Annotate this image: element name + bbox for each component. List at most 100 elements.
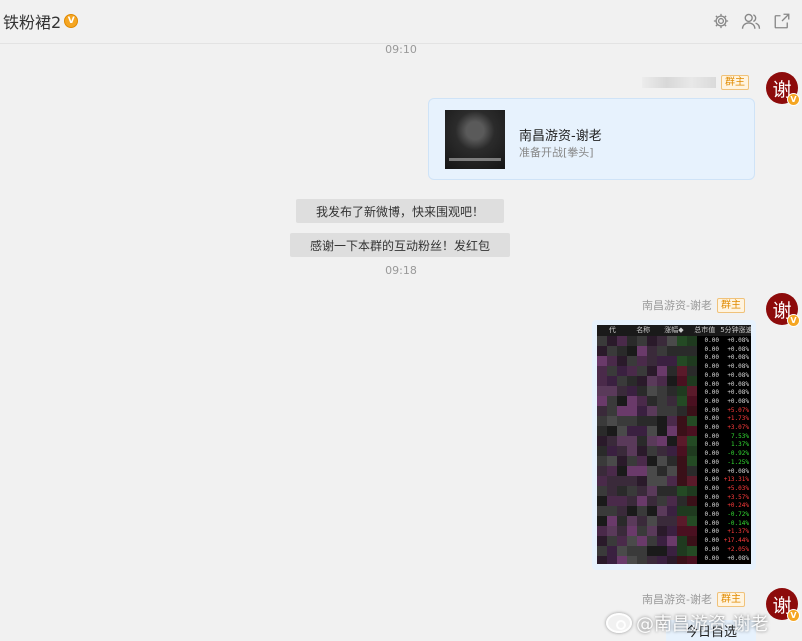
mosaic-cell [637,336,647,346]
stock-row: 0.00 +3.07% [697,423,751,432]
mosaic-cell [617,376,627,386]
open-external-icon[interactable] [772,11,792,31]
mosaic-cell [607,526,617,536]
mosaic-cell [627,526,637,536]
mosaic-cell [677,506,687,516]
mosaic-cell [657,446,667,456]
mosaic-cell [677,366,687,376]
stock-header-change: 涨幅◆ [664,326,684,334]
mosaic-cell [657,526,667,536]
mosaic-cell [687,486,697,496]
mosaic-cell [687,526,697,536]
mosaic-cell [597,426,607,436]
stock-speed-value: +0.08% [727,363,749,371]
stock-speed-value: +0.08% [727,337,749,344]
stock-speed-value: +1.73% [727,415,749,423]
stock-cap-value: 0.00 [704,397,719,405]
stock-row: 0.00 +0.08% [697,345,751,354]
stock-cap-value: 0.00 [704,354,719,362]
mosaic-cell [657,376,667,386]
mosaic-cell [677,546,687,556]
share-card-subtitle: 准备开战[拳头] [519,146,594,159]
gear-icon[interactable] [711,11,731,31]
mosaic-cell [607,446,617,456]
mosaic-cell [667,386,677,396]
group-members-icon[interactable] [741,11,761,31]
mosaic-cell [627,366,637,376]
stock-row: 0.00 +5.07% [697,406,751,415]
mosaic-cell [637,506,647,516]
sender-name: 南昌游资-谢老 [642,299,712,312]
mosaic-cell [637,426,647,436]
mosaic-cell [667,346,677,356]
mosaic-cell [667,516,677,526]
avatar[interactable]: 谢 V [766,588,800,622]
stock-row: 0.00 -0.72% [697,510,751,519]
mosaic-cell [647,556,657,564]
verified-icon: V [787,93,800,106]
watermark: @南昌游资-谢老 [606,610,769,636]
mosaic-cell [597,366,607,376]
mosaic-cell [597,546,607,556]
mosaic-cell [627,436,637,446]
mosaic-cell [657,346,667,356]
mosaic-cell [647,426,657,436]
mosaic-cell [627,466,637,476]
mosaic-cell [627,426,637,436]
mosaic-cell [677,406,687,416]
mosaic-cell [627,546,637,556]
mosaic-cell [687,516,697,526]
mosaic-cell [597,356,607,366]
mosaic-cell [617,476,627,486]
mosaic-cell [607,426,617,436]
stock-values: 0.00 +0.08% 0.00 +0.08% 0.00 +0.08% 0.00 +0.08%… [697,336,751,564]
mosaic-cell [617,456,627,466]
mosaic-cell [677,466,687,476]
mosaic-cell [677,436,687,446]
share-card[interactable]: 南昌游资-谢老 准备开战[拳头] [428,98,755,180]
stock-speed-value: +0.08% [727,371,749,379]
mosaic-cell [637,526,647,536]
stock-speed-value: +0.08% [727,467,749,475]
mosaic-cell [687,346,697,356]
mosaic-cell [647,376,657,386]
chat-header: 铁粉裙2 V [0,0,802,44]
stock-row: 0.00 +0.08% [697,336,751,345]
mosaic-cell [607,516,617,526]
pixelated-change-column [677,336,697,564]
stock-header-cap: 总市值 [694,326,716,334]
stock-speed-value: -1.25% [727,458,749,466]
share-card-thumbnail [445,110,505,169]
stock-row: 0.00 7.53% [697,432,751,441]
avatar[interactable]: 谢 V [766,293,800,327]
mosaic-cell [627,396,637,406]
mosaic-cell [597,396,607,406]
sender-name: 南昌游资-谢老 [642,593,712,606]
avatar[interactable]: 谢 V [766,72,800,106]
stock-row: 0.00 +13.31% [697,475,751,484]
stock-cap-value: 0.00 [704,528,719,536]
mosaic-cell [637,546,647,556]
stock-speed-value: +17.44% [723,537,749,545]
mosaic-cell [597,556,607,564]
image-message[interactable]: 代 名称 涨幅◆ 总市值 5分钟涨速 0.00 +0.08% 0.00 +0.08% 0… [592,320,756,570]
stock-row: 0.00 +0.08% [697,380,751,389]
mosaic-cell [647,386,657,396]
stock-cap-value: 0.00 [704,432,719,440]
mosaic-cell [657,556,667,564]
stock-speed-value: 7.53% [730,432,749,440]
stock-header-speed: 5分钟涨速 [720,326,751,334]
mosaic-cell [627,516,637,526]
mosaic-cell [607,346,617,356]
mosaic-cell [627,376,637,386]
mosaic-cell [657,536,667,546]
mosaic-cell [607,496,617,506]
mosaic-cell [647,346,657,356]
mosaic-cell [597,376,607,386]
mosaic-cell [637,376,647,386]
mosaic-cell [597,386,607,396]
mosaic-cell [627,506,637,516]
group-name: 铁粉裙2 [3,13,62,32]
owner-badge: 群主 [716,591,745,607]
mosaic-cell [657,456,667,466]
